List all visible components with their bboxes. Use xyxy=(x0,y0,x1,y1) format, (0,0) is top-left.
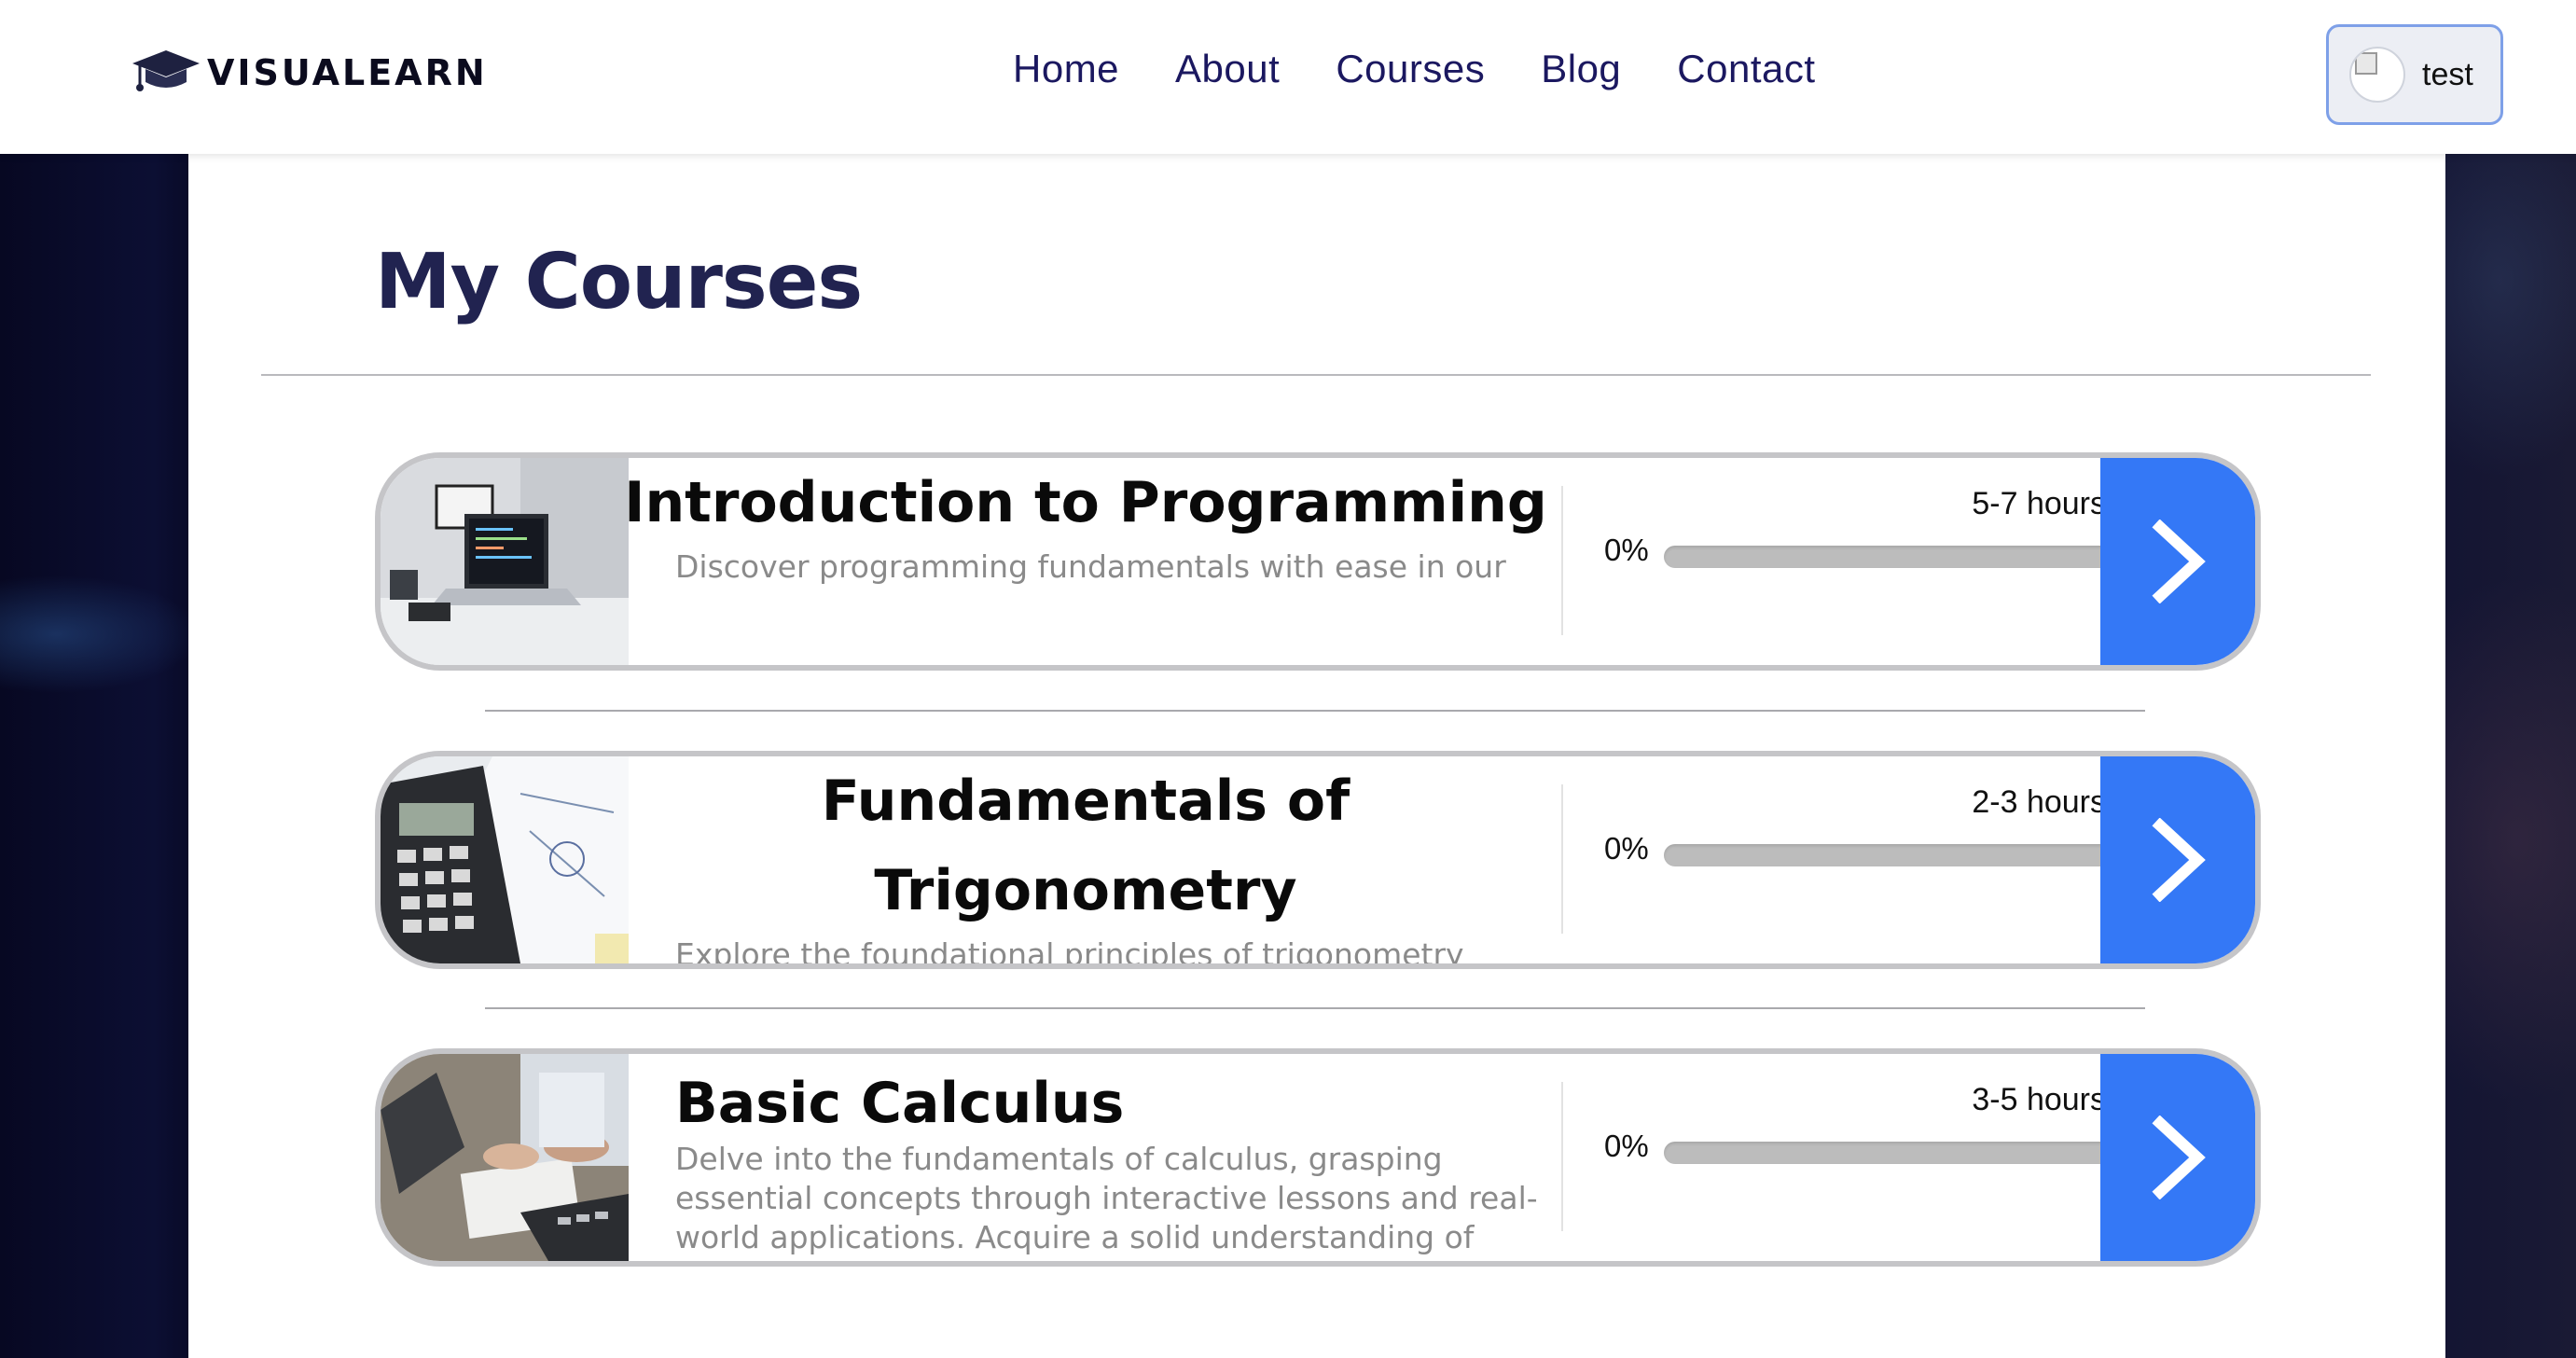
card-divider xyxy=(1561,486,1563,635)
chevron-right-icon xyxy=(2152,520,2206,603)
course-card[interactable]: Introduction to Programming Discover pro… xyxy=(375,452,2261,671)
brand-name: VISUALEARN xyxy=(207,52,488,93)
page-title: My Courses xyxy=(375,238,863,326)
course-card[interactable]: Fundamentals of Trigonometry Explore the… xyxy=(375,751,2261,969)
course-thumbnail xyxy=(381,458,629,665)
avatar xyxy=(2349,47,2405,103)
course-description: Explore the foundational principles of t… xyxy=(675,936,1464,963)
open-course-button[interactable] xyxy=(2100,458,2255,665)
top-navbar: VISUALEARN Home About Courses Blog Conta… xyxy=(0,0,2576,154)
course-title: Basic Calculus xyxy=(675,1071,1125,1136)
course-info: Basic Calculus Delve into the fundamenta… xyxy=(629,1054,1561,1261)
course-separator xyxy=(485,710,2145,712)
laptop-desk-image xyxy=(381,458,629,665)
calculator-notes-image xyxy=(381,756,629,963)
nav-contact[interactable]: Contact xyxy=(1677,47,1815,91)
user-menu-button[interactable]: test xyxy=(2326,24,2503,125)
course-thumbnail xyxy=(381,756,629,963)
course-title: Fundamentals of Trigonometry xyxy=(821,769,1350,923)
course-thumbnail xyxy=(381,1054,629,1261)
chevron-right-icon xyxy=(2152,818,2206,902)
nav-about[interactable]: About xyxy=(1175,47,1280,91)
progress-percent: 0% xyxy=(1604,831,1649,866)
course-title: Introduction to Programming xyxy=(629,470,1547,535)
chevron-right-icon xyxy=(2152,1116,2206,1199)
students-laptop-image xyxy=(381,1054,629,1261)
open-course-button[interactable] xyxy=(2100,756,2255,963)
card-divider xyxy=(1561,784,1563,934)
nav-home[interactable]: Home xyxy=(1013,47,1119,91)
course-info: Introduction to Programming Discover pro… xyxy=(629,458,1561,665)
main-panel: My Courses Introduction to Programming D… xyxy=(188,154,2445,1358)
nav-courses[interactable]: Courses xyxy=(1336,47,1485,91)
user-name: test xyxy=(2422,56,2473,92)
course-duration: 5-7 hours xyxy=(1972,486,2106,521)
main-menu: Home About Courses Blog Contact xyxy=(1013,47,1816,91)
progress-bar xyxy=(1664,844,2112,866)
course-description: Delve into the fundamentals of calculus,… xyxy=(675,1141,1538,1255)
progress-percent: 0% xyxy=(1604,1129,1649,1163)
course-separator xyxy=(485,1007,2145,1009)
card-divider xyxy=(1561,1082,1563,1231)
course-card[interactable]: Basic Calculus Delve into the fundamenta… xyxy=(375,1048,2261,1267)
course-info: Fundamentals of Trigonometry Explore the… xyxy=(629,756,1561,963)
brand-logo[interactable]: VISUALEARN xyxy=(131,48,488,97)
open-course-button[interactable] xyxy=(2100,1054,2255,1261)
progress-percent: 0% xyxy=(1604,533,1649,567)
course-description: Discover programming fundamentals with e… xyxy=(675,548,1506,585)
graduation-cap-icon xyxy=(132,50,200,91)
progress-bar xyxy=(1664,546,2112,568)
progress-bar xyxy=(1664,1142,2112,1164)
course-duration: 2-3 hours xyxy=(1972,784,2106,820)
nav-blog[interactable]: Blog xyxy=(1541,47,1621,91)
title-divider xyxy=(261,374,2371,376)
course-duration: 3-5 hours xyxy=(1972,1082,2106,1117)
